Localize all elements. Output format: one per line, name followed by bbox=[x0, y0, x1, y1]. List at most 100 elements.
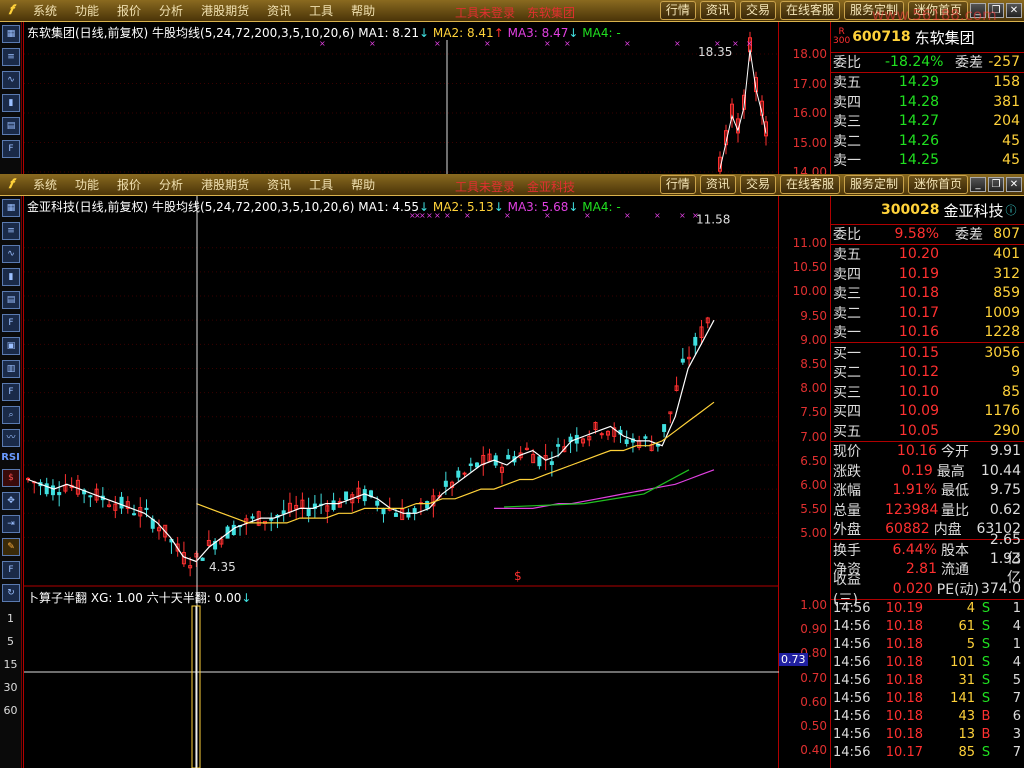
candle-body bbox=[693, 336, 698, 346]
order-book-row[interactable]: 卖五 14.29 158 bbox=[831, 73, 1024, 93]
period-30[interactable]: 30 bbox=[0, 676, 21, 699]
service-custom-button[interactable]: 服务定制 bbox=[843, 175, 904, 194]
mini-home-button[interactable]: 迷你首页 bbox=[907, 175, 968, 194]
restore-icon[interactable]: ❐ bbox=[988, 177, 1004, 192]
market-button[interactable]: 行情 bbox=[659, 175, 696, 194]
menu-help[interactable]: 帮助 bbox=[351, 176, 375, 193]
pencil-icon[interactable]: ✎ bbox=[2, 538, 20, 556]
order-book-row[interactable]: 卖四 10.19 312 bbox=[831, 264, 1024, 284]
menu-function[interactable]: 功能 bbox=[75, 176, 99, 193]
period-1[interactable]: 1 bbox=[0, 607, 21, 630]
order-book-row[interactable]: 卖五 10.20 401 bbox=[831, 245, 1024, 265]
main-price-chart: 11.584.35$××× × × × × × × × × × × × bbox=[24, 196, 780, 768]
period-60[interactable]: 60 bbox=[0, 699, 21, 722]
close-icon[interactable]: ✕ bbox=[1006, 3, 1022, 18]
candle-icon[interactable]: ▮ bbox=[2, 94, 20, 112]
order-book-row[interactable]: 卖三 14.27 204 bbox=[831, 112, 1024, 132]
order-price: 14.25 bbox=[898, 152, 939, 169]
table-icon[interactable]: ▤ bbox=[2, 117, 20, 135]
menu-hk-futures[interactable]: 港股期货 bbox=[201, 2, 249, 19]
minimize-icon[interactable]: _ bbox=[970, 177, 986, 192]
refresh-icon[interactable]: ↻ bbox=[2, 584, 20, 602]
f5-icon[interactable]: F bbox=[2, 561, 20, 579]
period-15[interactable]: 15 bbox=[0, 653, 21, 676]
rsi-icon[interactable]: RSI bbox=[0, 452, 21, 463]
menu-analysis[interactable]: 分析 bbox=[159, 2, 183, 19]
order-book-row[interactable]: 卖一 14.25 45 bbox=[831, 151, 1024, 171]
move-icon[interactable]: ✥ bbox=[2, 492, 20, 510]
candle-body bbox=[443, 480, 448, 487]
report-icon[interactable]: ▥ bbox=[2, 360, 20, 378]
candle-body bbox=[381, 508, 386, 515]
f12-icon[interactable]: F bbox=[2, 383, 20, 401]
online-service-button[interactable]: 在线客服 bbox=[779, 1, 840, 20]
main-status-msg: 工具未登录 金亚科技 bbox=[455, 180, 576, 194]
chart-icon[interactable]: ▦ bbox=[2, 199, 20, 217]
period-5[interactable]: 5 bbox=[0, 630, 21, 653]
line-chart-icon[interactable]: ∿ bbox=[2, 71, 20, 89]
trade-button[interactable]: 交易 bbox=[739, 1, 776, 20]
main-quote-panel: 300028 金亚科技 ⓘ 委比 9.58% 委差 807 卖五 10.20 401 卖四… bbox=[830, 196, 1024, 768]
info-button[interactable]: 资讯 bbox=[699, 175, 736, 194]
y-tick-label: 11.00 bbox=[792, 236, 827, 250]
info-button[interactable]: 资讯 bbox=[699, 1, 736, 20]
order-book-row[interactable]: 买四 10.09 1176 bbox=[831, 402, 1024, 422]
list-icon[interactable]: ≡ bbox=[2, 48, 20, 66]
signal-marker: × bbox=[319, 39, 326, 48]
export-icon[interactable]: ⇥ bbox=[2, 515, 20, 533]
list-icon[interactable]: ≡ bbox=[2, 222, 20, 240]
menu-tools[interactable]: 工具 bbox=[309, 2, 333, 19]
f10-icon[interactable]: F bbox=[2, 140, 20, 158]
menu-hk-futures[interactable]: 港股期货 bbox=[201, 176, 249, 193]
stat-label: 换手 bbox=[833, 542, 861, 559]
order-price: 14.29 bbox=[898, 74, 939, 91]
main-chart-area[interactable]: 金亚科技(日线,前复权) 牛股均线(5,24,72,200,3,5,10,20,… bbox=[23, 196, 780, 768]
market-button[interactable]: 行情 bbox=[659, 1, 696, 20]
order-book-row[interactable]: 买二 10.12 9 bbox=[831, 363, 1024, 383]
menu-system[interactable]: 系统 bbox=[33, 176, 57, 193]
menu-quote[interactable]: 报价 bbox=[117, 176, 141, 193]
table-icon[interactable]: ▤ bbox=[2, 291, 20, 309]
order-book-row[interactable]: 卖四 14.28 381 bbox=[831, 92, 1024, 112]
menu-function[interactable]: 功能 bbox=[75, 2, 99, 19]
news-icon[interactable]: ▣ bbox=[2, 337, 20, 355]
tick-volume: 43 bbox=[958, 709, 975, 724]
order-book-row[interactable]: 买一 10.15 3056 bbox=[831, 343, 1024, 363]
menu-help[interactable]: 帮助 bbox=[351, 2, 375, 19]
order-book-row[interactable]: 买五 10.05 290 bbox=[831, 421, 1024, 441]
line-chart-icon[interactable]: ∿ bbox=[2, 245, 20, 263]
tick-price: 10.18 bbox=[885, 655, 923, 670]
stat-value: 0.020 bbox=[892, 580, 933, 597]
order-book-row[interactable]: 卖二 14.26 45 bbox=[831, 131, 1024, 151]
order-price: 10.12 bbox=[898, 364, 939, 381]
trade-button[interactable]: 交易 bbox=[739, 175, 776, 194]
order-book-row[interactable]: 卖三 10.18 859 bbox=[831, 284, 1024, 304]
y-tick-label: 0.60 bbox=[800, 694, 827, 709]
menu-quote[interactable]: 报价 bbox=[117, 2, 141, 19]
close-icon[interactable]: ✕ bbox=[1006, 177, 1022, 192]
info-circle-icon[interactable]: ⓘ bbox=[1005, 202, 1016, 218]
tick-count: 6 bbox=[1012, 709, 1021, 724]
order-volume: 204 bbox=[993, 113, 1020, 130]
f10-icon[interactable]: F bbox=[2, 314, 20, 332]
candle-body bbox=[344, 491, 349, 501]
menu-analysis[interactable]: 分析 bbox=[159, 176, 183, 193]
order-book-row[interactable]: 卖二 10.17 1009 bbox=[831, 303, 1024, 323]
candle-icon[interactable]: ▮ bbox=[2, 268, 20, 286]
stat-value: 10.44 bbox=[980, 462, 1021, 479]
order-volume: 45 bbox=[1002, 152, 1020, 169]
online-service-button[interactable]: 在线客服 bbox=[779, 175, 840, 194]
menu-system[interactable]: 系统 bbox=[33, 2, 57, 19]
menu-tools[interactable]: 工具 bbox=[309, 176, 333, 193]
search-icon[interactable]: ⌕ bbox=[2, 406, 20, 424]
dollar-icon[interactable]: $ bbox=[2, 469, 20, 487]
indicator-icon[interactable]: 〰 bbox=[2, 429, 20, 447]
signal-marker: × bbox=[419, 211, 426, 220]
top-chart-area[interactable]: 东软集团(日线,前复权) 牛股均线(5,24,72,200,3,5,10,20,… bbox=[23, 22, 780, 175]
menu-info[interactable]: 资讯 bbox=[267, 2, 291, 19]
menu-info[interactable]: 资讯 bbox=[267, 176, 291, 193]
order-book-row[interactable]: 卖一 10.16 1228 bbox=[831, 323, 1024, 343]
candle-body bbox=[362, 489, 367, 502]
order-book-row[interactable]: 买三 10.10 85 bbox=[831, 382, 1024, 402]
chart-icon[interactable]: ▦ bbox=[2, 25, 20, 43]
